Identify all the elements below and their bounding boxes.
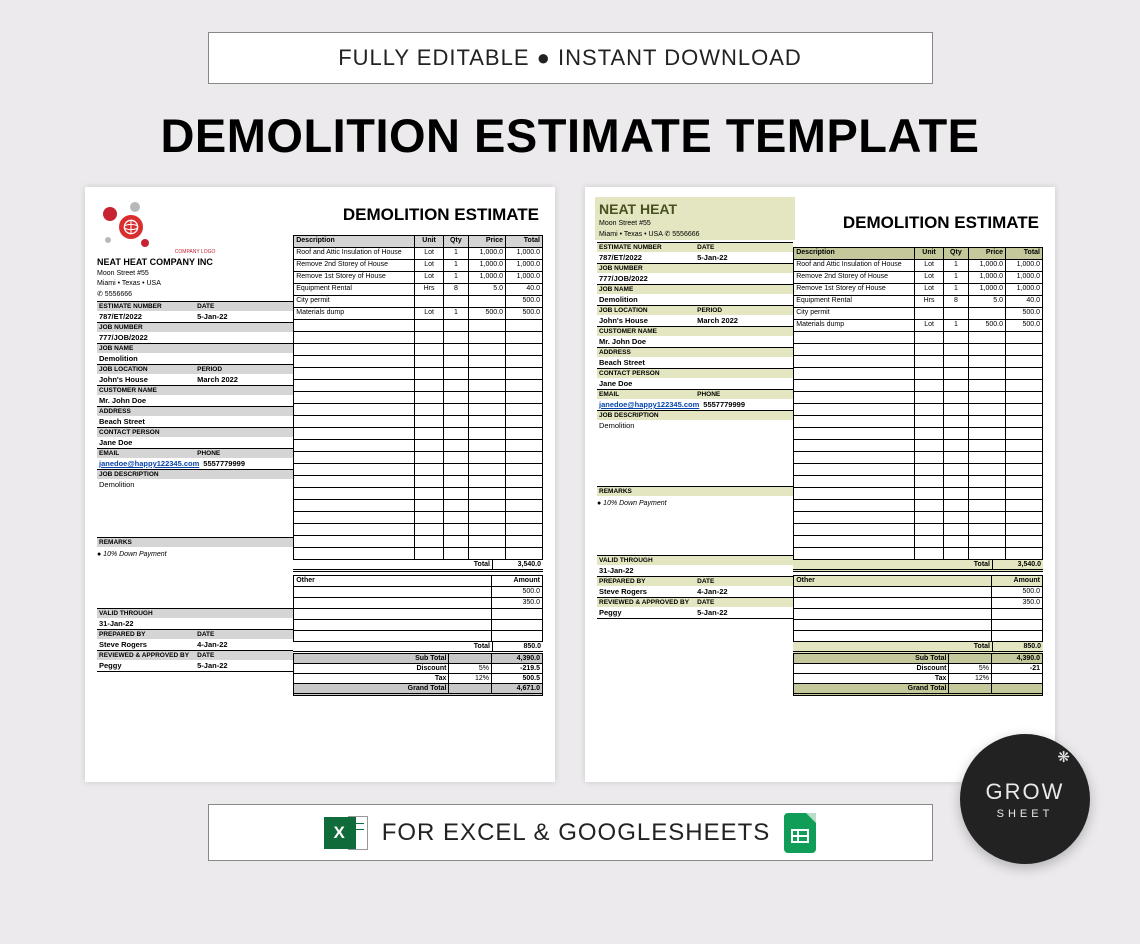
company-logo bbox=[97, 199, 157, 249]
remark-item: ● 10% Down Payment bbox=[597, 500, 793, 507]
email-link[interactable]: janedoe@happy122345.com bbox=[597, 399, 701, 410]
table-row: Remove 2nd Storey of HouseLot11,000.01,0… bbox=[794, 272, 1042, 284]
excel-icon: X bbox=[324, 813, 368, 853]
company-name: NEAT HEAT COMPANY INC bbox=[97, 257, 293, 267]
sheet-right: NEAT HEAT Moon Street #55 Miami • Texas … bbox=[585, 187, 1055, 782]
top-banner: FULLY EDITABLE ● INSTANT DOWNLOAD bbox=[208, 32, 933, 84]
table-row: City permit500.0 bbox=[294, 296, 542, 308]
logo-text: COMPANY LOGO bbox=[97, 249, 293, 255]
company-addr2: Miami • Texas • USA bbox=[97, 280, 293, 287]
table-row: Remove 1st Storey of HouseLot11,000.01,0… bbox=[794, 284, 1042, 296]
table-row: Roof and Attic Insulation of HouseLot11,… bbox=[794, 260, 1042, 272]
sheets-container: COMPANY LOGO NEAT HEAT COMPANY INC Moon … bbox=[0, 187, 1140, 782]
table-row: Materials dumpLot1500.0500.0 bbox=[294, 308, 542, 320]
table-row: City permit500.0 bbox=[794, 308, 1042, 320]
company-name: NEAT HEAT bbox=[599, 201, 791, 217]
table-row: Roof and Attic Insulation of HouseLot11,… bbox=[294, 248, 542, 260]
sheet-title: DEMOLITION ESTIMATE bbox=[793, 199, 1043, 247]
bottom-banner: X FOR EXCEL & GOOGLESHEETS bbox=[208, 804, 933, 861]
main-title: DEMOLITION ESTIMATE TEMPLATE bbox=[0, 108, 1140, 163]
sheet-left: COMPANY LOGO NEAT HEAT COMPANY INC Moon … bbox=[85, 187, 555, 782]
company-addr3: ✆ 5556666 bbox=[97, 290, 293, 298]
table-row: Remove 1st Storey of HouseLot11,000.01,0… bbox=[294, 272, 542, 284]
table-row: Equipment RentalHrs85.040.0 bbox=[294, 284, 542, 296]
email-link[interactable]: janedoe@happy122345.com bbox=[97, 458, 201, 469]
items-table: DescriptionUnitQtyPriceTotal Roof and At… bbox=[793, 247, 1043, 560]
flower-icon: ❋ bbox=[1057, 748, 1070, 766]
items-table: DescriptionUnitQtyPriceTotal Roof and At… bbox=[293, 235, 543, 560]
company-addr1: Moon Street #55 bbox=[97, 270, 293, 277]
table-row: Remove 2nd Storey of HouseLot11,000.01,0… bbox=[294, 260, 542, 272]
sheet-title: DEMOLITION ESTIMATE bbox=[293, 199, 543, 235]
remark-item: ● 10% Down Payment bbox=[97, 551, 293, 558]
googlesheets-icon bbox=[784, 813, 816, 853]
company-addr2: Miami • Texas • USA ✆ 5556666 bbox=[599, 230, 791, 238]
table-row: Materials dumpLot1500.0500.0 bbox=[794, 320, 1042, 332]
table-row: Equipment RentalHrs85.040.0 bbox=[794, 296, 1042, 308]
grow-badge: ❋ GROW SHEET bbox=[960, 734, 1090, 864]
company-addr1: Moon Street #55 bbox=[599, 220, 791, 227]
